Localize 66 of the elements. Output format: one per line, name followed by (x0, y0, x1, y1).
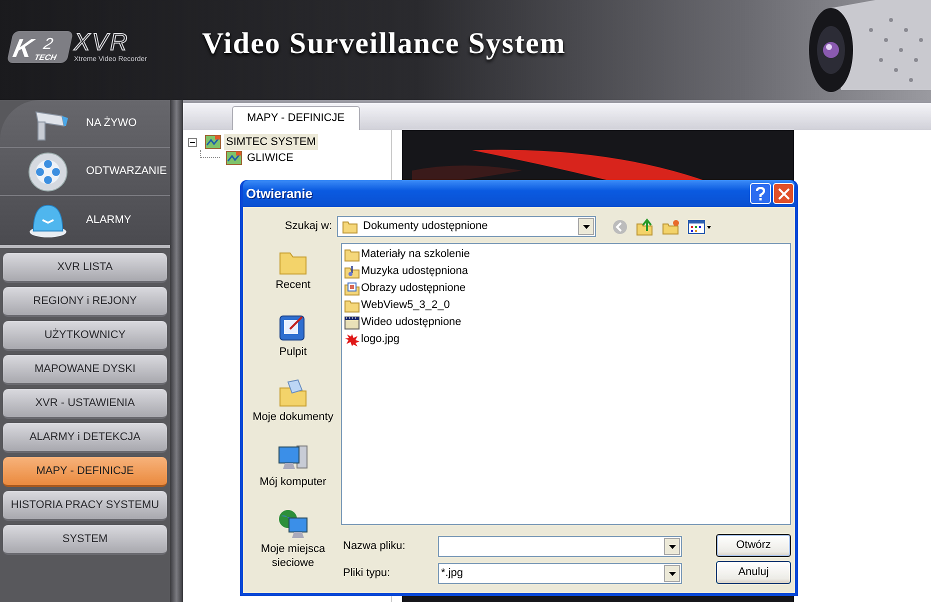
file-item[interactable]: logo.jpg (344, 331, 400, 348)
menu-button[interactable]: SYSTEM (3, 525, 167, 555)
nav-item[interactable]: NA ŻYWO (0, 100, 170, 148)
menu-button[interactable]: HISTORIA PRACY SYSTEMU (3, 491, 167, 521)
dropdown-arrow-icon (668, 572, 676, 576)
documents-folder-icon (278, 378, 308, 408)
view-menu-icon[interactable] (688, 218, 712, 234)
tree-node[interactable]: SIMTEC SYSTEM (224, 134, 318, 150)
folder-icon (344, 298, 360, 312)
logo-subtitle: TECH (34, 53, 58, 63)
dropdown-arrow-icon (582, 224, 590, 228)
menu-button[interactable]: ALARMY i DETEKCJA (3, 423, 167, 453)
nav-label: ALARMY (86, 212, 132, 228)
question-mark-icon (755, 186, 766, 200)
places-item[interactable]: Moje miejsca sieciowe (246, 504, 340, 574)
collapse-toggle[interactable] (188, 138, 197, 146)
places-item[interactable]: Pulpit (246, 309, 340, 374)
dialog-button[interactable]: Otwórz (716, 534, 791, 557)
help-button[interactable] (750, 183, 771, 204)
app-title: Video Surveillance System (202, 26, 566, 62)
nav-item[interactable]: ODTWARZANIE (0, 148, 170, 196)
map-icon (205, 135, 221, 149)
menu-button[interactable]: MAPY - DEFINICJE (3, 457, 167, 487)
control-wheel-icon (26, 150, 70, 194)
menu-button[interactable]: UŻYTKOWNICY (3, 321, 167, 351)
look-in-dropdown[interactable]: Dokumenty udostępnione (337, 216, 596, 237)
file-type-dropdown[interactable]: *.jpg (438, 563, 682, 584)
menu-button[interactable]: XVR - USTAWIENIA (3, 389, 167, 419)
new-folder-icon[interactable] (662, 218, 680, 234)
nav-item[interactable]: ALARMY (0, 196, 170, 244)
dropdown-arrow-icon (668, 544, 676, 548)
file-name-label: Nazwa pliku: (343, 539, 406, 554)
dialog-button[interactable]: Anuluj (716, 561, 791, 584)
file-item[interactable]: WebView5_3_2_0 (344, 297, 450, 314)
file-item[interactable]: Muzyka udostępniona (344, 263, 468, 280)
video-folder-icon (344, 316, 360, 330)
up-folder-icon[interactable] (636, 218, 654, 236)
tab[interactable]: MAPY - DEFINICJE (232, 106, 360, 130)
pictures-folder-icon (344, 282, 360, 296)
file-item[interactable]: Materiały na szkolenie (344, 246, 470, 263)
folder-icon (344, 248, 360, 262)
places-item[interactable]: Recent (246, 244, 340, 309)
look-in-label: Szukaj w: (284, 219, 333, 234)
product-name: XVR (74, 30, 130, 54)
folder-icon (342, 220, 358, 234)
close-button[interactable] (773, 183, 794, 204)
file-name-field[interactable] (438, 536, 682, 557)
file-type-label: Pliki typu: (343, 566, 392, 582)
close-icon (778, 188, 790, 200)
network-icon (277, 508, 309, 540)
logo-letter: K (10, 33, 36, 63)
menu-button[interactable]: MAPOWANE DYSKI (3, 355, 167, 385)
nav-label: NA ŻYWO (86, 116, 137, 132)
menu-button[interactable]: REGIONY i REJONY (3, 287, 167, 317)
menu-button[interactable]: XVR LISTA (3, 253, 167, 283)
tree-node[interactable]: GLIWICE (245, 150, 296, 166)
map-icon (226, 151, 242, 165)
music-folder-icon (344, 264, 360, 278)
places-item[interactable]: Moje dokumenty (246, 374, 340, 439)
nav-label: ODTWARZANIE (86, 164, 167, 180)
logo-digit: 2 (42, 37, 54, 53)
dialog-title: Otwieranie (246, 184, 314, 203)
file-item[interactable]: Wideo udostępnione (344, 314, 462, 331)
places-item[interactable]: Mój komputer (246, 439, 340, 504)
image-file-icon (344, 332, 360, 346)
file-item[interactable]: Obrazy udostępnione (344, 280, 466, 297)
